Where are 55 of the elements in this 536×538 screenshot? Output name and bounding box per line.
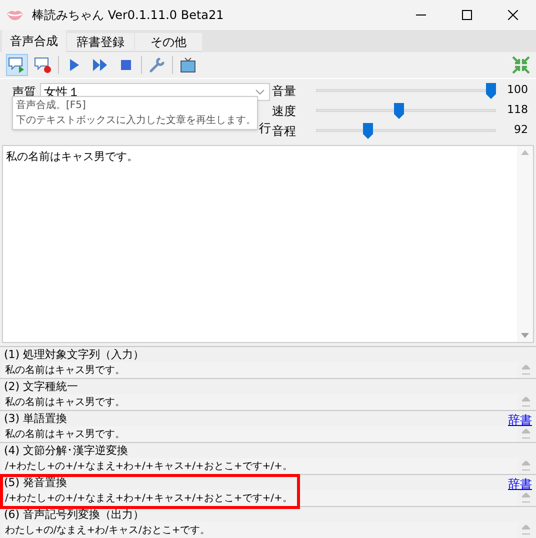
stage-heading: (5) 発音置換: [4, 475, 68, 492]
slider-value: 118: [507, 102, 528, 118]
scroll-down-icon[interactable]: [521, 333, 529, 338]
fast-forward-icon: [92, 58, 108, 72]
slider-label: 速度: [272, 102, 297, 120]
dictionary-link[interactable]: 辞書: [508, 410, 532, 428]
scroll-up-icon[interactable]: [522, 525, 530, 535]
stage-heading: (3) 単語置換: [4, 411, 68, 428]
scroll-up-icon[interactable]: [522, 397, 530, 407]
slider-value: 100: [507, 82, 528, 98]
slider-value: 92: [514, 122, 528, 138]
maximize-icon: [462, 10, 472, 20]
scroll-up-icon[interactable]: [522, 365, 530, 375]
stage-heading: (6) 音声記号列変換（出力）: [4, 507, 144, 524]
stage-output: /+わたし+の+/+なまえ+わ+/+キャス+/+おとこ+です+/+。: [4, 492, 294, 506]
stage-output: 私の名前はキャス男です。: [4, 396, 126, 410]
scroll-up-icon[interactable]: [522, 461, 530, 471]
tooltip-title: 音声合成。[F5]: [16, 98, 87, 113]
stage-output: わたし+の/なまえ+わ/キャス/おとこ+です。: [4, 524, 212, 538]
speech-play-icon: [8, 56, 26, 74]
tab[interactable]: 辞書登録: [67, 33, 134, 52]
stage-output: /+わたし+の+/+なまえ+わ+/+キャス+/+おとこ+です+/+。: [4, 460, 294, 474]
stage-heading: (2) 文字種統一: [4, 379, 78, 396]
text-input[interactable]: 私の名前はキャス男です。: [2, 144, 534, 343]
wrench-icon: [149, 56, 165, 73]
slider[interactable]: [316, 82, 496, 99]
stop-icon: [120, 58, 132, 71]
close-icon: [508, 10, 518, 20]
slider-label: 音程: [272, 122, 297, 140]
stage-output: 私の名前はキャス男です。: [4, 428, 126, 442]
window-title: 棒読みちゃん Ver0.1.11.0 Beta21: [32, 7, 224, 24]
collapse-arrows-icon[interactable]: [512, 56, 530, 74]
tv-icon: [180, 56, 196, 73]
slider[interactable]: [316, 122, 496, 139]
scroll-up-icon[interactable]: [521, 150, 529, 155]
stage-heading: (4) 文節分解･漢字逆変換: [4, 443, 128, 460]
tab[interactable]: 音声合成: [2, 30, 66, 52]
label-fragment: 行: [259, 120, 271, 137]
chevron-down-icon: [255, 88, 265, 95]
tab[interactable]: その他: [135, 33, 202, 52]
stage-heading: (1) 処理対象文字列（入力）: [4, 347, 144, 364]
speech-stop-icon: [34, 56, 52, 74]
slider-thumb[interactable]: [394, 102, 404, 119]
play-icon: [68, 58, 80, 72]
lips-logo-icon: [6, 9, 24, 21]
dictionary-link[interactable]: 辞書: [508, 474, 532, 492]
toolbar-button[interactable]: [6, 54, 28, 76]
tooltip-text: 下のテキストボックスに入力した文章を再生します。: [16, 114, 254, 128]
slider-thumb[interactable]: [486, 82, 496, 99]
slider-thumb[interactable]: [363, 122, 374, 139]
scroll-up-icon[interactable]: [522, 493, 530, 503]
stage-output: 私の名前はキャス男です。: [4, 364, 126, 378]
scroll-up-icon[interactable]: [522, 429, 530, 439]
slider-label: 音量: [272, 82, 297, 100]
slider[interactable]: [316, 102, 496, 119]
